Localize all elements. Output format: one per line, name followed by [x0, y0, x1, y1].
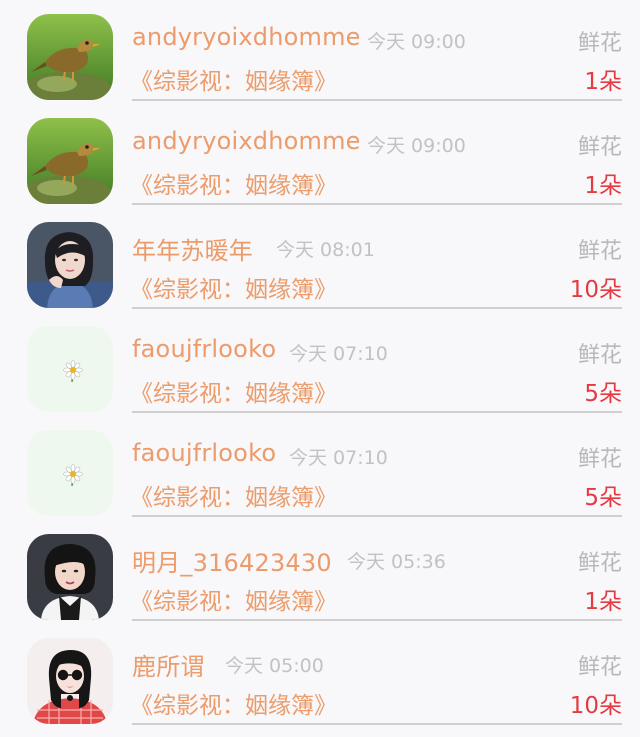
avatar[interactable]	[27, 118, 113, 204]
gift-count: 1朵	[584, 589, 622, 615]
timestamp: 今天 07:10	[289, 447, 388, 469]
list-item[interactable]: 鹿所谓 今天 05:00 鲜花 《综影视：姻缘簿》 10朵	[0, 624, 640, 728]
avatar[interactable]	[27, 326, 113, 412]
gift-type: 鲜花	[577, 135, 622, 160]
timestamp: 今天 09:00	[367, 135, 466, 157]
flower-avatar-icon	[27, 430, 113, 516]
timestamp: 今天 08:01	[276, 239, 375, 261]
work-title[interactable]: 《综影视：姻缘簿》	[130, 582, 337, 616]
timestamp: 今天 09:00	[367, 31, 466, 53]
work-title[interactable]: 《综影视：姻缘簿》	[130, 166, 337, 200]
illustration-sunglasses-avatar-icon	[27, 638, 113, 724]
timestamp: 今天 05:00	[225, 655, 324, 677]
gift-type: 鲜花	[577, 239, 622, 264]
gift-count: 10朵	[569, 277, 622, 303]
avatar[interactable]	[27, 638, 113, 724]
work-title[interactable]: 《综影视：姻缘簿》	[130, 62, 337, 96]
gift-type: 鲜花	[577, 31, 622, 56]
gift-count: 10朵	[569, 693, 622, 719]
bird-avatar-icon	[27, 14, 113, 100]
gift-type: 鲜花	[577, 655, 622, 680]
list-item[interactable]: andyryoixdhomme 今天 09:00 鲜花 《综影视：姻缘簿》 1朵	[0, 104, 640, 208]
user-name[interactable]: faoujfrlooko	[132, 439, 276, 467]
divider	[132, 619, 622, 621]
avatar[interactable]	[27, 14, 113, 100]
user-name[interactable]: 鹿所谓	[132, 647, 205, 682]
gift-type: 鲜花	[577, 447, 622, 472]
avatar[interactable]	[27, 534, 113, 620]
work-title[interactable]: 《综影视：姻缘簿》	[130, 478, 337, 512]
flower-avatar-icon	[27, 326, 113, 412]
list-item[interactable]: faoujfrlooko 今天 07:10 鲜花 《综影视：姻缘簿》 5朵	[0, 312, 640, 416]
work-title[interactable]: 《综影视：姻缘簿》	[130, 374, 337, 408]
divider	[132, 515, 622, 517]
gift-count: 5朵	[584, 381, 622, 407]
woman-portrait-avatar-icon	[27, 222, 113, 308]
list-item[interactable]: 年年苏暖年 今天 08:01 鲜花 《综影视：姻缘簿》 10朵	[0, 208, 640, 312]
divider	[132, 203, 622, 205]
user-name[interactable]: 明月_316423430	[132, 543, 332, 578]
gift-count: 5朵	[584, 485, 622, 511]
gift-type: 鲜花	[577, 551, 622, 576]
gift-list: andyryoixdhomme 今天 09:00 鲜花 《综影视：姻缘簿》 1朵…	[0, 0, 640, 737]
work-title[interactable]: 《综影视：姻缘簿》	[130, 270, 337, 304]
avatar[interactable]	[27, 430, 113, 516]
woman-photo-avatar-icon	[27, 534, 113, 620]
gift-count: 1朵	[584, 173, 622, 199]
divider	[132, 411, 622, 413]
user-name[interactable]: andyryoixdhomme	[132, 127, 361, 155]
timestamp: 今天 05:36	[347, 551, 446, 573]
gift-count: 1朵	[584, 69, 622, 95]
list-item[interactable]: andyryoixdhomme 今天 09:00 鲜花 《综影视：姻缘簿》 1朵	[0, 0, 640, 104]
divider	[132, 723, 622, 725]
avatar[interactable]	[27, 222, 113, 308]
user-name[interactable]: 年年苏暖年	[132, 231, 253, 266]
divider	[132, 307, 622, 309]
work-title[interactable]: 《综影视：姻缘簿》	[130, 686, 337, 720]
timestamp: 今天 07:10	[289, 343, 388, 365]
list-item[interactable]: 明月_316423430 今天 05:36 鲜花 《综影视：姻缘簿》 1朵	[0, 520, 640, 624]
divider	[132, 99, 622, 101]
bird-avatar-icon	[27, 118, 113, 204]
gift-type: 鲜花	[577, 343, 622, 368]
user-name[interactable]: andyryoixdhomme	[132, 23, 361, 51]
user-name[interactable]: faoujfrlooko	[132, 335, 276, 363]
list-item[interactable]: faoujfrlooko 今天 07:10 鲜花 《综影视：姻缘簿》 5朵	[0, 416, 640, 520]
